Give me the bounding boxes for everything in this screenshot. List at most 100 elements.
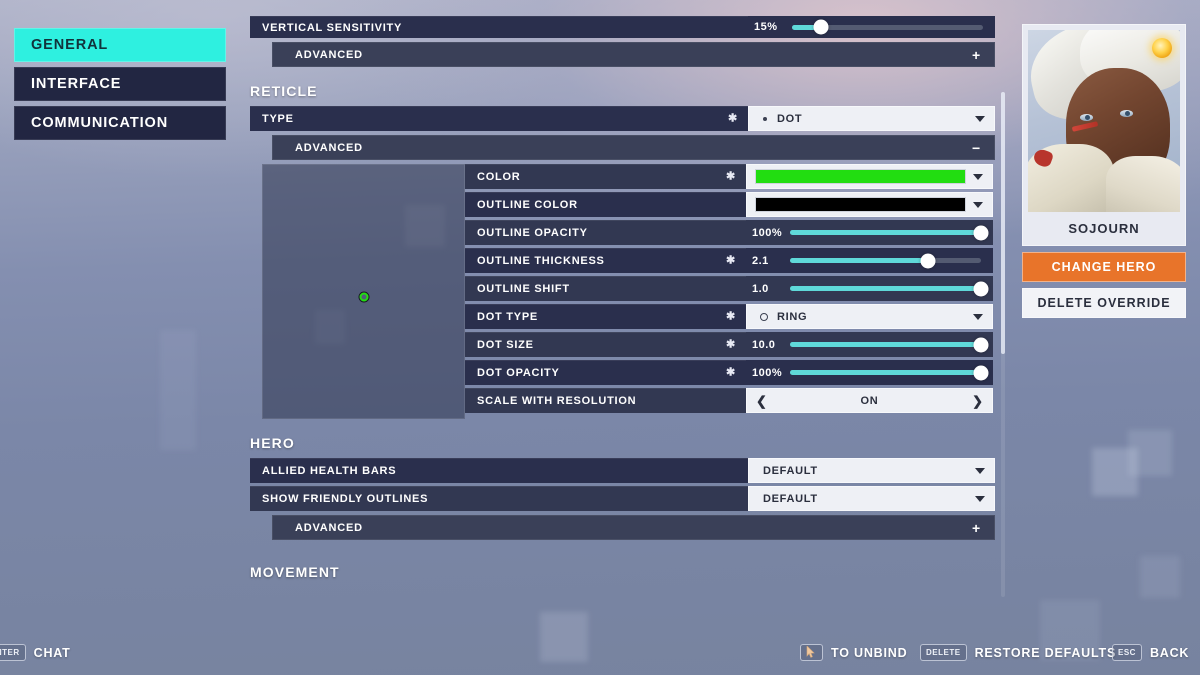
delete-override-button[interactable]: DELETE OVERRIDE	[1022, 288, 1186, 318]
collapse-minus-icon: −	[972, 139, 981, 156]
nav-item-label: COMMUNICATION	[31, 115, 169, 131]
advanced-toggle-hero[interactable]: ADVANCED +	[272, 515, 995, 540]
expand-plus-icon: +	[972, 46, 981, 63]
setting-row-type[interactable]: TYPE ✱ DOT	[250, 106, 995, 131]
slider-knob[interactable]	[973, 225, 989, 240]
slider-knob[interactable]	[813, 19, 829, 35]
slider-control[interactable]: 15%	[748, 16, 995, 38]
settings-nav: GENERAL INTERFACE COMMUNICATION	[14, 28, 226, 145]
hero-name: SOJOURN	[1068, 221, 1140, 236]
slider-knob[interactable]	[973, 365, 989, 380]
slider-knob[interactable]	[973, 281, 989, 296]
background-shape	[1128, 430, 1172, 476]
slider-control[interactable]: 100%	[746, 220, 993, 245]
setting-label: COLOR ✱	[465, 164, 746, 189]
hint-restore-defaults[interactable]: DELETE RESTORE DEFAULTS	[920, 644, 1116, 661]
setting-label: OUTLINE SHIFT	[465, 276, 746, 301]
setting-label: OUTLINE COLOR	[465, 192, 746, 217]
hint-label: TO UNBIND	[831, 645, 908, 660]
scrollbar-thumb[interactable]	[1001, 92, 1005, 354]
setting-label-text: DOT OPACITY	[477, 367, 560, 379]
settings-scrollbar[interactable]	[1001, 92, 1005, 597]
slider-control[interactable]: 10.0	[746, 332, 993, 357]
chevron-right-icon[interactable]: ❯	[972, 394, 983, 407]
slider-track[interactable]	[790, 225, 989, 240]
change-hero-button[interactable]: CHANGE HERO	[1022, 252, 1186, 282]
setting-label-text: VERTICAL SENSITIVITY	[262, 21, 403, 34]
setting-row-outline-opacity[interactable]: OUTLINE OPACITY 100%	[465, 220, 995, 245]
dropdown-reticle-color[interactable]	[746, 164, 993, 189]
color-swatch	[755, 169, 966, 184]
setting-label: DOT TYPE ✱	[465, 304, 746, 329]
dropdown-reticle-type[interactable]: DOT	[748, 106, 995, 131]
hero-card[interactable]: SOJOURN	[1022, 24, 1186, 246]
setting-row-color[interactable]: COLOR ✱	[465, 164, 995, 189]
dropdown-show-friendly-outlines[interactable]: DEFAULT	[748, 486, 995, 511]
nav-item-communication[interactable]: COMMUNICATION	[14, 106, 226, 140]
hero-override-panel: SOJOURN CHANGE HERO DELETE OVERRIDE	[1022, 24, 1186, 318]
hint-chat[interactable]: ENTER CHAT	[0, 644, 71, 661]
override-asterisk-icon: ✱	[726, 310, 736, 323]
chevron-down-icon	[973, 173, 983, 180]
dropdown-outline-color[interactable]	[746, 192, 993, 217]
hint-label: RESTORE DEFAULTS	[974, 645, 1117, 660]
setting-row-outline-thickness[interactable]: OUTLINE THICKNESS ✱ 2.1	[465, 248, 995, 273]
setting-label-text: ALLIED HEALTH BARS	[262, 465, 397, 477]
setting-row-dot-opacity[interactable]: DOT OPACITY ✱ 100%	[465, 360, 995, 385]
setting-row-outline-color[interactable]: OUTLINE COLOR	[465, 192, 995, 217]
slider-fill	[790, 342, 981, 347]
slider-value: 100%	[752, 366, 783, 379]
setting-row-outline-shift[interactable]: OUTLINE SHIFT 1.0	[465, 276, 995, 301]
hero-portrait	[1028, 30, 1180, 212]
chevron-down-icon	[975, 495, 985, 502]
advanced-toggle-reticle[interactable]: ADVANCED −	[272, 135, 995, 160]
dropdown-dot-type[interactable]: RING	[746, 304, 993, 329]
hero-badge-icon	[1152, 38, 1172, 58]
stepper-scale-with-resolution[interactable]: ❮ ON ❯	[746, 388, 993, 413]
setting-row-dot-size[interactable]: DOT SIZE ✱ 10.0	[465, 332, 995, 357]
chevron-left-icon[interactable]: ❮	[756, 394, 767, 407]
stepper-value: ON	[860, 394, 879, 407]
setting-row-show-friendly-outlines[interactable]: SHOW FRIENDLY OUTLINES DEFAULT	[250, 486, 995, 511]
hint-to-unbind[interactable]: TO UNBIND	[800, 644, 907, 661]
reticle-preview	[262, 164, 465, 419]
expand-plus-icon: +	[972, 519, 981, 536]
slider-control[interactable]: 2.1	[746, 248, 993, 273]
nav-item-interface[interactable]: INTERFACE	[14, 67, 226, 101]
hint-label: BACK	[1149, 645, 1190, 660]
slider-track[interactable]	[790, 253, 981, 268]
advanced-toggle-sensitivity[interactable]: ADVANCED +	[272, 42, 995, 67]
chevron-down-icon	[973, 201, 983, 208]
setting-label-text: SCALE WITH RESOLUTION	[477, 395, 637, 407]
slider-control[interactable]: 1.0	[746, 276, 993, 301]
nav-item-general[interactable]: GENERAL	[14, 28, 226, 62]
setting-row-dot-type[interactable]: DOT TYPE ✱ RING	[465, 304, 995, 329]
setting-row-vertical-sensitivity[interactable]: VERTICAL SENSITIVITY 15%	[250, 16, 995, 38]
setting-row-allied-health-bars[interactable]: ALLIED HEALTH BARS DEFAULT	[250, 458, 995, 483]
section-title-reticle: RETICLE	[250, 83, 318, 99]
setting-row-scale-with-resolution[interactable]: SCALE WITH RESOLUTION ❮ ON ❯	[465, 388, 995, 413]
ring-glyph-icon	[760, 312, 768, 321]
background-shape	[160, 330, 196, 450]
setting-label-text: TYPE	[262, 113, 294, 125]
key-badge-delete: DELETE	[920, 644, 967, 661]
slider-value: 100%	[752, 226, 783, 239]
settings-panel: VERTICAL SENSITIVITY 15% ADVANCED + RETI…	[250, 0, 995, 620]
slider-knob[interactable]	[920, 253, 936, 268]
hint-back[interactable]: ESC BACK	[1112, 644, 1189, 661]
setting-label-text: OUTLINE THICKNESS	[477, 255, 605, 267]
reticle-dot-icon	[359, 292, 368, 302]
dropdown-allied-health-bars[interactable]: DEFAULT	[748, 458, 995, 483]
slider-track[interactable]	[792, 19, 983, 35]
chevron-down-icon	[975, 467, 985, 474]
slider-knob[interactable]	[973, 337, 989, 352]
reticle-advanced-rows: COLOR ✱ OUTLINE COLOR OUTLINE OPACITY 10…	[465, 164, 995, 413]
setting-label: OUTLINE OPACITY	[465, 220, 746, 245]
slider-track[interactable]	[790, 365, 989, 380]
portrait-collar	[1106, 156, 1180, 212]
slider-track[interactable]	[790, 281, 989, 296]
slider-track[interactable]	[790, 337, 989, 352]
setting-label-text: OUTLINE OPACITY	[477, 227, 588, 239]
section-title-movement: MOVEMENT	[250, 564, 340, 580]
slider-control[interactable]: 100%	[746, 360, 993, 385]
